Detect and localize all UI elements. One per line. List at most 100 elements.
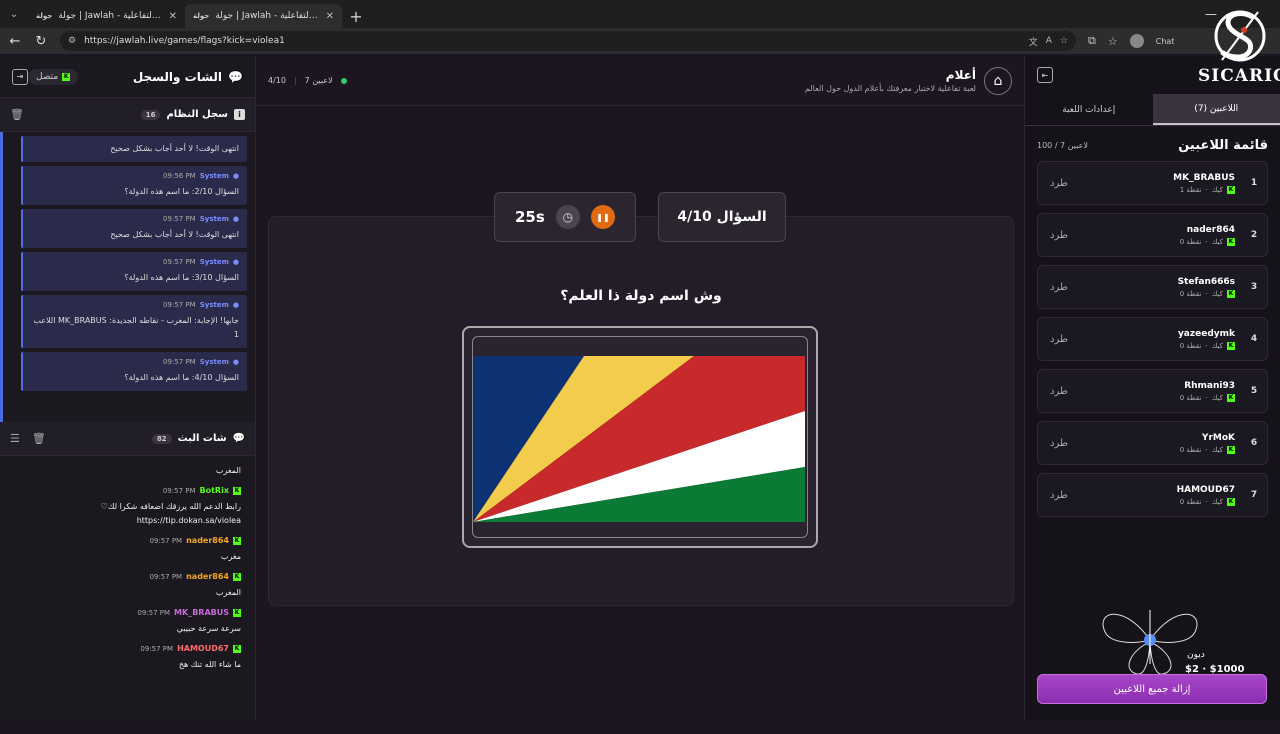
donation-name: ديون bbox=[1187, 650, 1205, 660]
address-bar[interactable]: ⚙ https://jawlah.live/games/flags?kick=v… bbox=[60, 31, 1076, 51]
system-log-list[interactable]: انتهى الوقت! لا أحد أجاب بشكل صحيح09:56 … bbox=[0, 132, 255, 422]
kick-icon: K bbox=[233, 487, 241, 495]
player-meta: 1 نقطة · كيك K bbox=[1180, 186, 1235, 194]
tab-list-dropdown-icon[interactable]: ⌄ bbox=[0, 0, 28, 28]
chat-username[interactable]: nader864 bbox=[186, 572, 229, 581]
kick-player-button[interactable]: طرد bbox=[1050, 230, 1068, 241]
chat-panel-title-text: الشات والسجل bbox=[133, 70, 222, 84]
back-icon[interactable]: ← bbox=[4, 30, 26, 52]
player-name: Rhmani93 bbox=[1184, 381, 1235, 391]
players-panel: ⇤ إعدادات اللعبة اللاعبين (7) 100 / 7 لا… bbox=[1024, 56, 1280, 720]
question-text: وش اسم دولة ذا العلم؟ bbox=[268, 288, 1014, 304]
kick-icon: K bbox=[1227, 290, 1235, 298]
new-tab-icon[interactable]: + bbox=[342, 4, 370, 28]
remove-all-players-button[interactable]: إزالة جميع اللاعبين bbox=[1037, 674, 1267, 704]
players-list: طرد MK_BRABUS 1 نقطة · كيك K 1طرد nader8… bbox=[1025, 161, 1280, 517]
chat-bubble-icon: 💬 bbox=[233, 433, 245, 444]
translate-icon[interactable]: 文 bbox=[1029, 35, 1038, 48]
sender-name: System bbox=[200, 215, 229, 223]
message-time: 09:57 PM bbox=[149, 537, 182, 545]
expand-panel-icon[interactable]: ⇤ bbox=[1037, 67, 1053, 83]
players-online: 7 لاعبين bbox=[305, 76, 333, 85]
status-text: متصل bbox=[36, 72, 58, 82]
favorites-icon[interactable]: ☆ bbox=[1108, 35, 1118, 48]
stream-chat-title: شات البث bbox=[178, 433, 227, 444]
message-time: 09:57 PM bbox=[163, 215, 196, 223]
message-time: 09:57 PM bbox=[149, 573, 182, 581]
player-row: طرد yazeedymk 0 نقطة · كيك K 4 bbox=[1037, 317, 1268, 361]
sort-icon[interactable]: ☰ bbox=[10, 432, 20, 445]
favorite-star-icon[interactable]: ☆ bbox=[1060, 36, 1068, 46]
read-aloud-icon[interactable]: A bbox=[1046, 36, 1052, 46]
game-name: أعلام bbox=[946, 68, 976, 82]
tab-players[interactable]: اللاعبين (7) bbox=[1153, 94, 1280, 125]
kick-player-button[interactable]: طرد bbox=[1050, 438, 1068, 449]
system-log-title: سجل النظام bbox=[166, 109, 228, 120]
chat-username[interactable]: BotRix bbox=[200, 486, 229, 495]
kick-player-button[interactable]: طرد bbox=[1050, 282, 1068, 293]
player-name: MK_BRABUS bbox=[1173, 173, 1235, 183]
extensions-icon[interactable]: ⧉ bbox=[1088, 34, 1096, 48]
kick-icon: K bbox=[233, 537, 241, 545]
tab-favicon: جولة bbox=[193, 12, 209, 20]
player-points: 0 نقطة bbox=[1180, 498, 1202, 506]
chat-username[interactable]: nader864 bbox=[186, 536, 229, 545]
tab-title: جولة | Jawlah - منصة الألعاب التفاعلية bbox=[58, 11, 162, 21]
system-icon: ● bbox=[233, 301, 239, 309]
kick-icon: K bbox=[1227, 238, 1235, 246]
kick-player-button[interactable]: طرد bbox=[1050, 386, 1068, 397]
kick-icon: K bbox=[233, 645, 241, 653]
timer-value: 25s bbox=[515, 208, 545, 226]
copilot-label[interactable]: Chat bbox=[1156, 37, 1175, 46]
player-row: طرد HAMOUD67 0 نقطة · كيك K 7 bbox=[1037, 473, 1268, 517]
tab-game-settings[interactable]: إعدادات اللعبة bbox=[1025, 94, 1153, 125]
chat-message: 09:57 PM nader864 K مغرب bbox=[14, 536, 241, 564]
message-text: ما شاء الله تنك هخ bbox=[14, 658, 241, 672]
message-text: مغرب bbox=[14, 550, 241, 564]
timer-box: 25s ◷ ❚❚ bbox=[494, 192, 636, 242]
message-meta: 09:56 PMSystem● bbox=[31, 172, 239, 180]
profile-avatar[interactable] bbox=[1130, 34, 1144, 48]
clear-chat-icon[interactable]: 🗑 bbox=[32, 432, 46, 445]
tab-favicon: جولة bbox=[36, 12, 52, 20]
system-icon: ● bbox=[233, 215, 239, 223]
connection-status: متصل K bbox=[28, 69, 78, 85]
chat-username[interactable]: HAMOUD67 bbox=[177, 644, 229, 653]
message-time: 09:57 PM bbox=[163, 258, 196, 266]
system-log-message: 09:57 PMSystem●السؤال 3/10: ما اسم هذه ا… bbox=[21, 252, 247, 291]
chat-username[interactable]: MK_BRABUS bbox=[174, 608, 229, 617]
player-row: طرد YrMoK 0 نقطة · كيك K 6 bbox=[1037, 421, 1268, 465]
kick-icon: K bbox=[62, 73, 70, 81]
player-row: طرد MK_BRABUS 1 نقطة · كيك K 1 bbox=[1037, 161, 1268, 205]
chat-panel: ⇥ متصل K الشات والسجل 💬 🗑 16 سجل النظام … bbox=[0, 56, 256, 720]
stream-chat-list[interactable]: المغرب09:57 PMBotRixK♡رابط الدعم الله ير… bbox=[0, 456, 255, 734]
player-platform: كيك bbox=[1212, 186, 1223, 194]
system-log-message: 09:56 PMSystem●السؤال 2/10: ما اسم هذه ا… bbox=[21, 166, 247, 205]
close-tab-icon[interactable]: ✕ bbox=[326, 11, 334, 22]
browser-tab[interactable]: جولة جولة | Jawlah - منصة الألعاب التفاع… bbox=[28, 4, 185, 28]
reload-icon[interactable]: ↻ bbox=[30, 30, 52, 52]
home-button[interactable]: ⌂ bbox=[984, 67, 1012, 95]
player-platform: كيك bbox=[1212, 394, 1223, 402]
clear-log-icon[interactable]: 🗑 bbox=[10, 108, 24, 121]
tab-title: جولة | Jawlah - منصة الألعاب التفاعلية bbox=[215, 11, 319, 21]
collapse-panel-icon[interactable]: ⇥ bbox=[12, 69, 28, 85]
game-header: 4/10 | 7 لاعبين أعلام لعبة تفاعلية لاختب… bbox=[256, 56, 1024, 106]
message-time: 09:57 PM bbox=[163, 487, 196, 495]
player-rank: 5 bbox=[1249, 386, 1259, 396]
player-row: طرد Rhmani93 0 نقطة · كيك K 5 bbox=[1037, 369, 1268, 413]
message-text: اللاعب MK_BRABUS جابها! الإجابة: المغرب … bbox=[31, 314, 239, 342]
player-rank: 3 bbox=[1249, 282, 1259, 292]
sender-name: System bbox=[200, 358, 229, 366]
message-meta: 09:57 PMnader864K bbox=[14, 572, 241, 581]
kick-player-button[interactable]: طرد bbox=[1050, 178, 1068, 189]
message-meta: 09:57 PMSystem● bbox=[31, 358, 239, 366]
kick-player-button[interactable]: طرد bbox=[1050, 334, 1068, 345]
player-rank: 4 bbox=[1249, 334, 1259, 344]
site-info-icon[interactable]: ⚙ bbox=[68, 36, 76, 46]
pause-button[interactable]: ❚❚ bbox=[591, 205, 615, 229]
kick-player-button[interactable]: طرد bbox=[1050, 490, 1068, 501]
player-rank: 2 bbox=[1249, 230, 1259, 240]
close-tab-icon[interactable]: ✕ bbox=[169, 11, 177, 22]
browser-tab-active[interactable]: جولة جولة | Jawlah - منصة الألعاب التفاع… bbox=[185, 4, 342, 28]
